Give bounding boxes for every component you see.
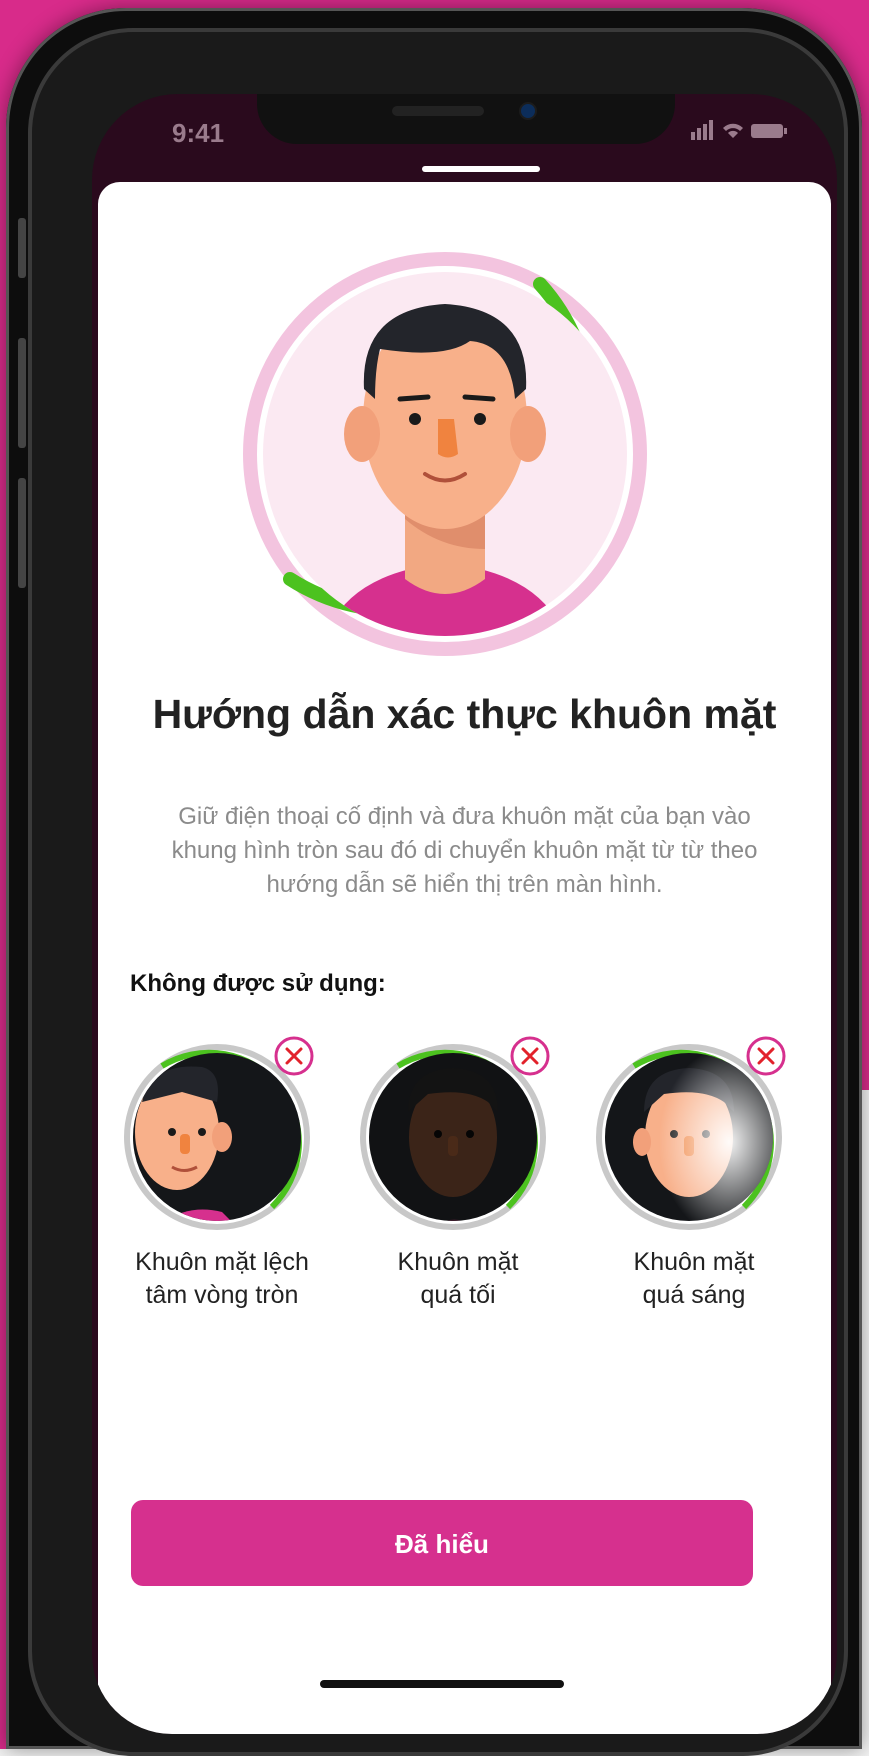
dark-face-icon: [360, 1036, 550, 1230]
front-camera: [519, 102, 537, 120]
bottom-sheet: Hướng dẫn xác thực khuôn mặt Giữ điện th…: [98, 182, 831, 1734]
status-time: 9:41: [172, 118, 225, 148]
speaker: [392, 106, 484, 116]
volume-up-button: [18, 338, 26, 448]
phone-bezel: 9:41 Hướng dẫn xác thực khuôn mặt Giữ đi…: [28, 28, 848, 1756]
example-too-bright: Khuôn mặt quá sáng: [594, 1032, 794, 1312]
page-title: Hướng dẫn xác thực khuôn mặt: [152, 691, 777, 737]
home-indicator[interactable]: [320, 1680, 564, 1688]
volume-down-button: [18, 478, 26, 588]
sheet-drag-handle[interactable]: [422, 166, 540, 172]
example-label: Khuôn mặt lệch tâm vòng tròn: [135, 1248, 309, 1309]
face-scan-illustration: [243, 252, 647, 656]
status-icons: [691, 118, 791, 148]
screen: 9:41 Hướng dẫn xác thực khuôn mặt Giữ đi…: [92, 94, 837, 1734]
example-label: Khuôn mặt quá sáng: [633, 1248, 755, 1309]
phone-frame: 9:41 Hướng dẫn xác thực khuôn mặt Giữ đi…: [6, 8, 862, 1756]
example-off-center: Khuôn mặt lệch tâm vòng tròn: [122, 1032, 322, 1312]
example-too-dark: Khuôn mặt quá tối: [358, 1032, 558, 1312]
not-allowed-heading: Không được sử dụng:: [130, 970, 386, 997]
notch: [257, 94, 675, 144]
off-center-face-icon: [124, 1036, 314, 1230]
mute-switch: [18, 218, 26, 278]
example-label: Khuôn mặt quá tối: [397, 1248, 519, 1309]
bright-face-icon: [596, 1036, 786, 1230]
understood-button[interactable]: Đã hiểu: [131, 1500, 753, 1586]
instruction-text: Giữ điện thoại cố định và đưa khuôn mặt …: [171, 803, 758, 898]
